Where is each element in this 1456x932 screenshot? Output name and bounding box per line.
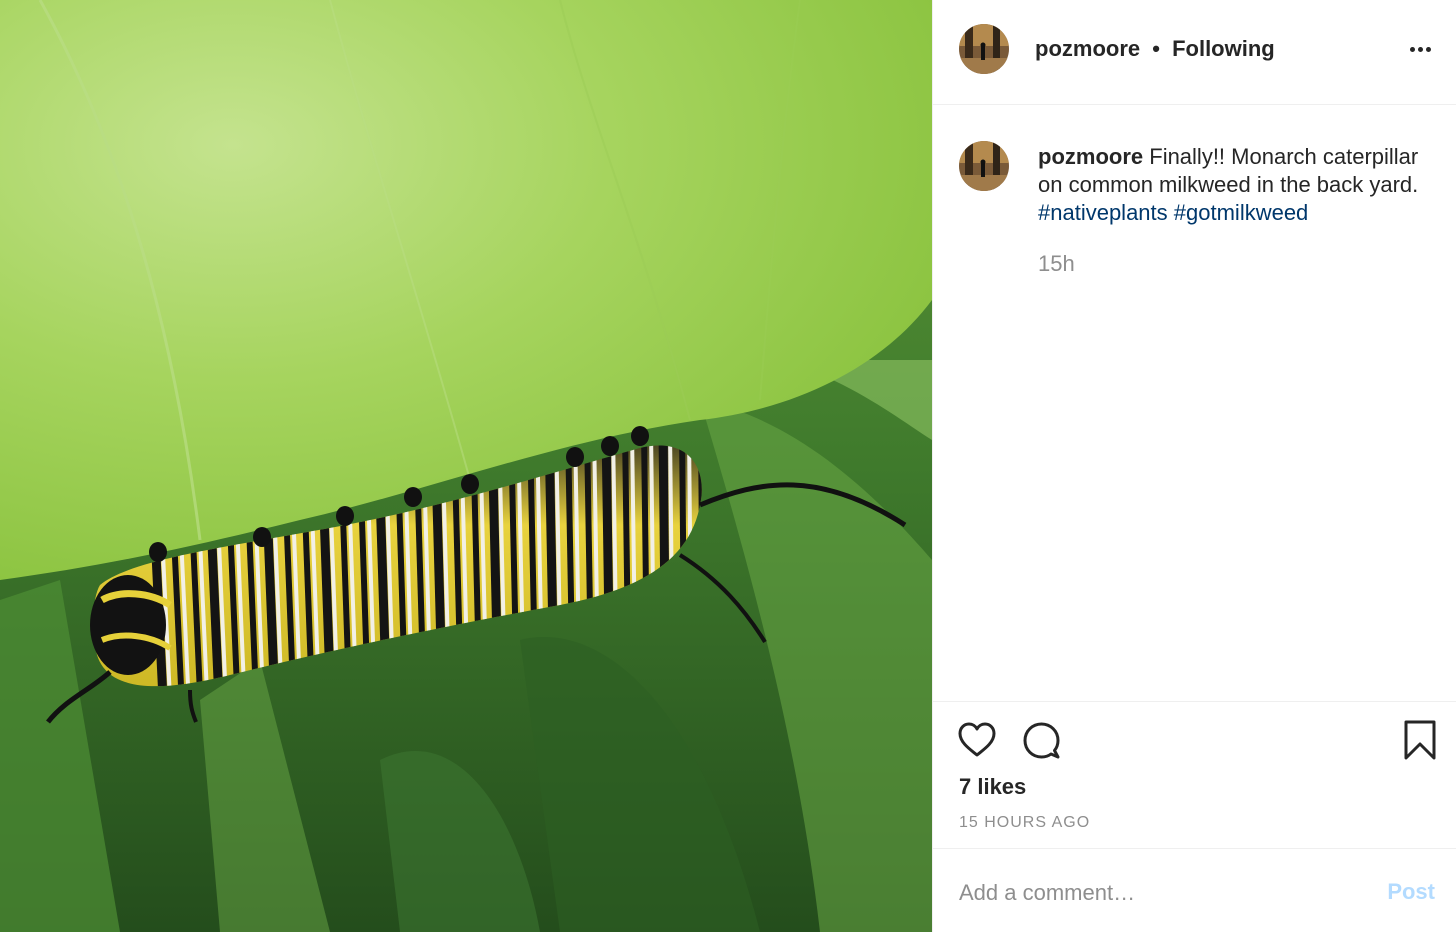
caption-relative-time[interactable]: 15h [1038, 251, 1075, 277]
caterpillar-on-milkweed-image [0, 0, 932, 932]
comment-bubble-icon[interactable] [1021, 720, 1061, 760]
follow-status[interactable]: Following [1172, 36, 1275, 61]
heart-icon[interactable] [957, 720, 997, 760]
post-actions: 7 likes 15 HOURS AGO [933, 701, 1456, 849]
post-photo[interactable] [0, 0, 932, 932]
header-username[interactable]: pozmoore [1035, 36, 1140, 61]
likes-count[interactable]: 7 likes [959, 774, 1026, 800]
post-comment-button[interactable]: Post [1387, 879, 1435, 905]
caption-text: pozmoore Finally!! Monarch caterpillar o… [1038, 143, 1443, 227]
avatar[interactable] [959, 24, 1009, 74]
hashtag-gotmilkweed[interactable]: #gotmilkweed [1174, 200, 1309, 225]
more-options-icon[interactable] [1405, 36, 1435, 62]
header-user-line: pozmoore • Following [1035, 36, 1275, 62]
caption-avatar[interactable] [959, 141, 1009, 191]
bookmark-icon[interactable] [1403, 719, 1437, 761]
hashtag-nativeplants[interactable]: #nativeplants [1038, 200, 1168, 225]
comment-box: Post [933, 849, 1456, 932]
post-timestamp[interactable]: 15 HOURS AGO [959, 814, 1090, 832]
caption-username[interactable]: pozmoore [1038, 144, 1143, 169]
post-side-panel: pozmoore • Following pozmoore Finally!! … [932, 0, 1456, 932]
post-header: pozmoore • Following [933, 0, 1456, 105]
instagram-post: pozmoore • Following pozmoore Finally!! … [0, 0, 1456, 932]
header-separator: • [1152, 36, 1160, 61]
comment-input[interactable] [959, 876, 1359, 910]
